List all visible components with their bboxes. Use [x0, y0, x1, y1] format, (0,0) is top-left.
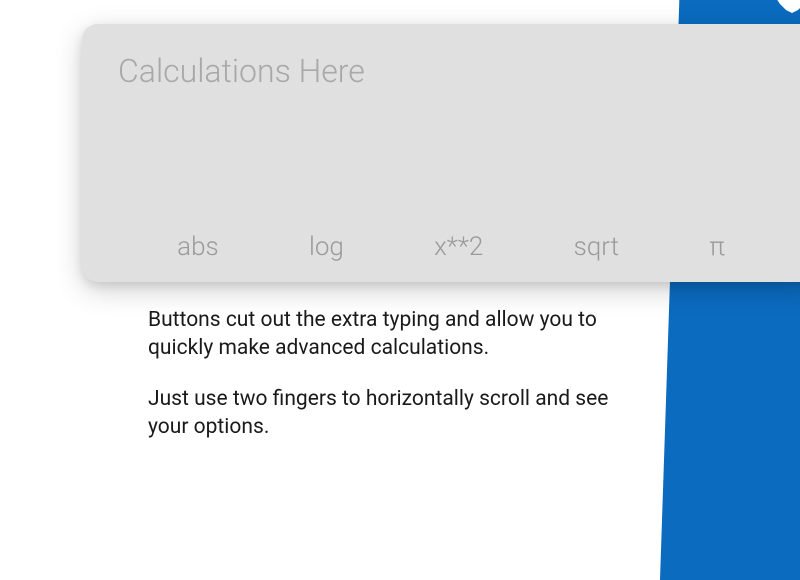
log-button[interactable]: log: [309, 232, 344, 262]
power-button[interactable]: x**2: [434, 232, 483, 262]
instruction-paragraph-1: Buttons cut out the extra typing and all…: [148, 306, 648, 363]
sqrt-button[interactable]: sqrt: [574, 232, 619, 262]
calculation-input[interactable]: [118, 52, 784, 90]
abs-button[interactable]: abs: [177, 232, 219, 262]
pi-button[interactable]: π: [709, 232, 725, 262]
calculator-card: abs log x**2 sqrt π: [82, 24, 800, 282]
instructions-text: Buttons cut out the extra typing and all…: [148, 306, 648, 463]
instruction-paragraph-2: Just use two fingers to horizontally scr…: [148, 385, 648, 442]
function-button-row[interactable]: abs log x**2 sqrt π: [82, 232, 800, 262]
